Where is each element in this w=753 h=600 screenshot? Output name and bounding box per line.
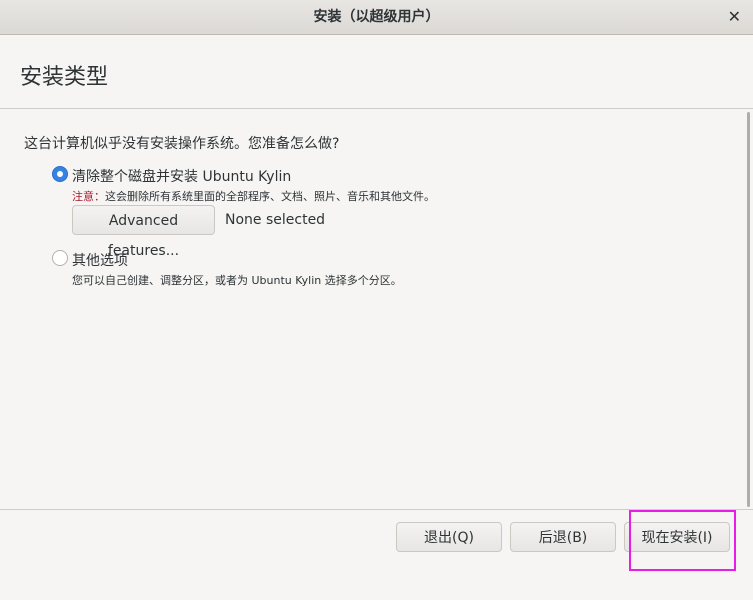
quit-button[interactable]: 退出(Q) [396,522,502,552]
title-bar: 安装（以超级用户） ✕ [0,0,753,35]
erase-disk-radio[interactable] [52,166,68,182]
page-title: 安装类型 [20,65,109,90]
scrollbar[interactable] [747,112,750,507]
erase-warning: 注意：这会删除所有系统里面的全部程序、文档、照片、音乐和其他文件。 [72,188,435,204]
warning-prefix: 注意： [72,190,105,203]
back-button[interactable]: 后退(B) [510,522,616,552]
close-icon[interactable]: ✕ [728,0,741,34]
other-option-radio[interactable] [52,250,68,266]
warning-text: 这会删除所有系统里面的全部程序、文档、照片、音乐和其他文件。 [105,190,435,203]
footer-divider [0,509,753,510]
window-title: 安装（以超级用户） [313,9,440,25]
page-header: 安装类型 [0,35,753,109]
other-option-description: 您可以自己创建、调整分区，或者为 Ubuntu Kylin 选择多个分区。 [72,274,402,287]
advanced-features-button[interactable]: Advanced features... [72,205,215,259]
advanced-status: None selected [225,212,326,228]
install-now-button[interactable]: 现在安装(I) [624,522,730,552]
other-option-label[interactable]: 其他选项 [72,250,128,270]
question-text: 这台计算机似乎没有安装操作系统。您准备怎么做? [24,136,340,152]
erase-disk-label[interactable]: 清除整个磁盘并安装 Ubuntu Kylin [72,166,291,186]
